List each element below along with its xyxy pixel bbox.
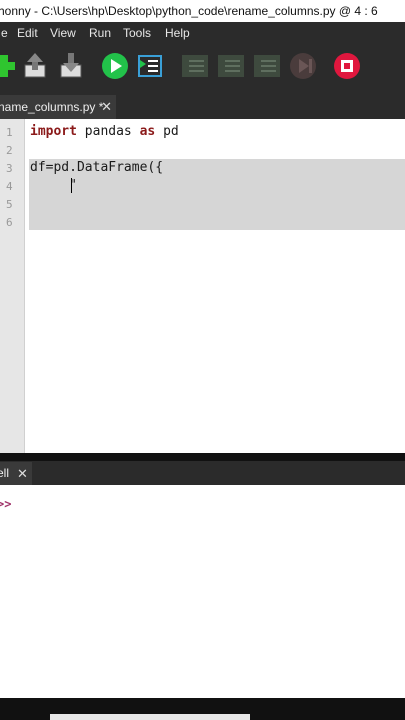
editor-tab-bar: name_columns.py * ✕ [0, 90, 405, 119]
code-editor[interactable]: 1 2 3 4 5 6 import pandas as pd df=pd.Da… [0, 119, 405, 453]
line-number: 5 [6, 198, 13, 211]
line-number: 2 [6, 144, 13, 157]
shell-tab-bar: ell ✕ [0, 461, 405, 485]
step-over-icon[interactable] [181, 52, 209, 80]
stop-icon[interactable] [333, 52, 361, 80]
resume-icon[interactable] [289, 52, 317, 80]
menu-file[interactable]: e [1, 22, 8, 44]
shell-tab-label: ell [0, 466, 10, 480]
open-file-icon[interactable] [21, 52, 49, 80]
line-number: 1 [6, 126, 13, 139]
shell-panel[interactable]: >> [0, 485, 405, 698]
step-out-icon[interactable] [253, 52, 281, 80]
line-number: 6 [6, 216, 13, 229]
code-line-3: df=pd.DataFrame({ [30, 160, 164, 175]
keyword-as: as [139, 124, 156, 139]
window-title: honny - C:\Users\hp\Desktop\python_code\… [0, 4, 378, 18]
step-into-icon[interactable] [217, 52, 245, 80]
title-bar: honny - C:\Users\hp\Desktop\python_code\… [0, 0, 405, 22]
close-shell-icon[interactable]: ✕ [17, 462, 28, 485]
run-icon[interactable] [101, 52, 129, 80]
close-tab-icon[interactable]: ✕ [101, 95, 112, 119]
pane-divider[interactable] [0, 453, 405, 461]
line-number: 3 [6, 162, 13, 175]
tab-shell[interactable]: ell ✕ [0, 462, 32, 485]
tab-label: name_columns.py * [0, 100, 104, 114]
menu-tools[interactable]: Tools [123, 22, 151, 44]
code-text: pandas [76, 124, 140, 139]
menu-run[interactable]: Run [89, 22, 111, 44]
text-cursor [71, 178, 72, 193]
new-file-icon[interactable] [0, 52, 18, 80]
code-text: pd [155, 124, 179, 139]
menu-bar: e Edit View Run Tools Help [0, 22, 405, 44]
taskbar-strip [50, 714, 250, 720]
code-line-4: " [30, 178, 77, 193]
shell-prompt: >> [0, 497, 12, 511]
code-line-1: import pandas as pd [30, 124, 179, 139]
thonny-window: honny - C:\Users\hp\Desktop\python_code\… [0, 0, 405, 720]
debug-icon[interactable] [136, 52, 164, 80]
save-file-icon[interactable] [57, 52, 85, 80]
keyword-import: import [30, 124, 77, 139]
menu-view[interactable]: View [50, 22, 76, 44]
tab-rename-columns[interactable]: name_columns.py * ✕ [0, 95, 116, 119]
toolbar [0, 44, 405, 90]
line-number: 4 [6, 180, 13, 193]
menu-edit[interactable]: Edit [17, 22, 38, 44]
menu-help[interactable]: Help [165, 22, 190, 44]
line-number-gutter: 1 2 3 4 5 6 [0, 119, 25, 453]
